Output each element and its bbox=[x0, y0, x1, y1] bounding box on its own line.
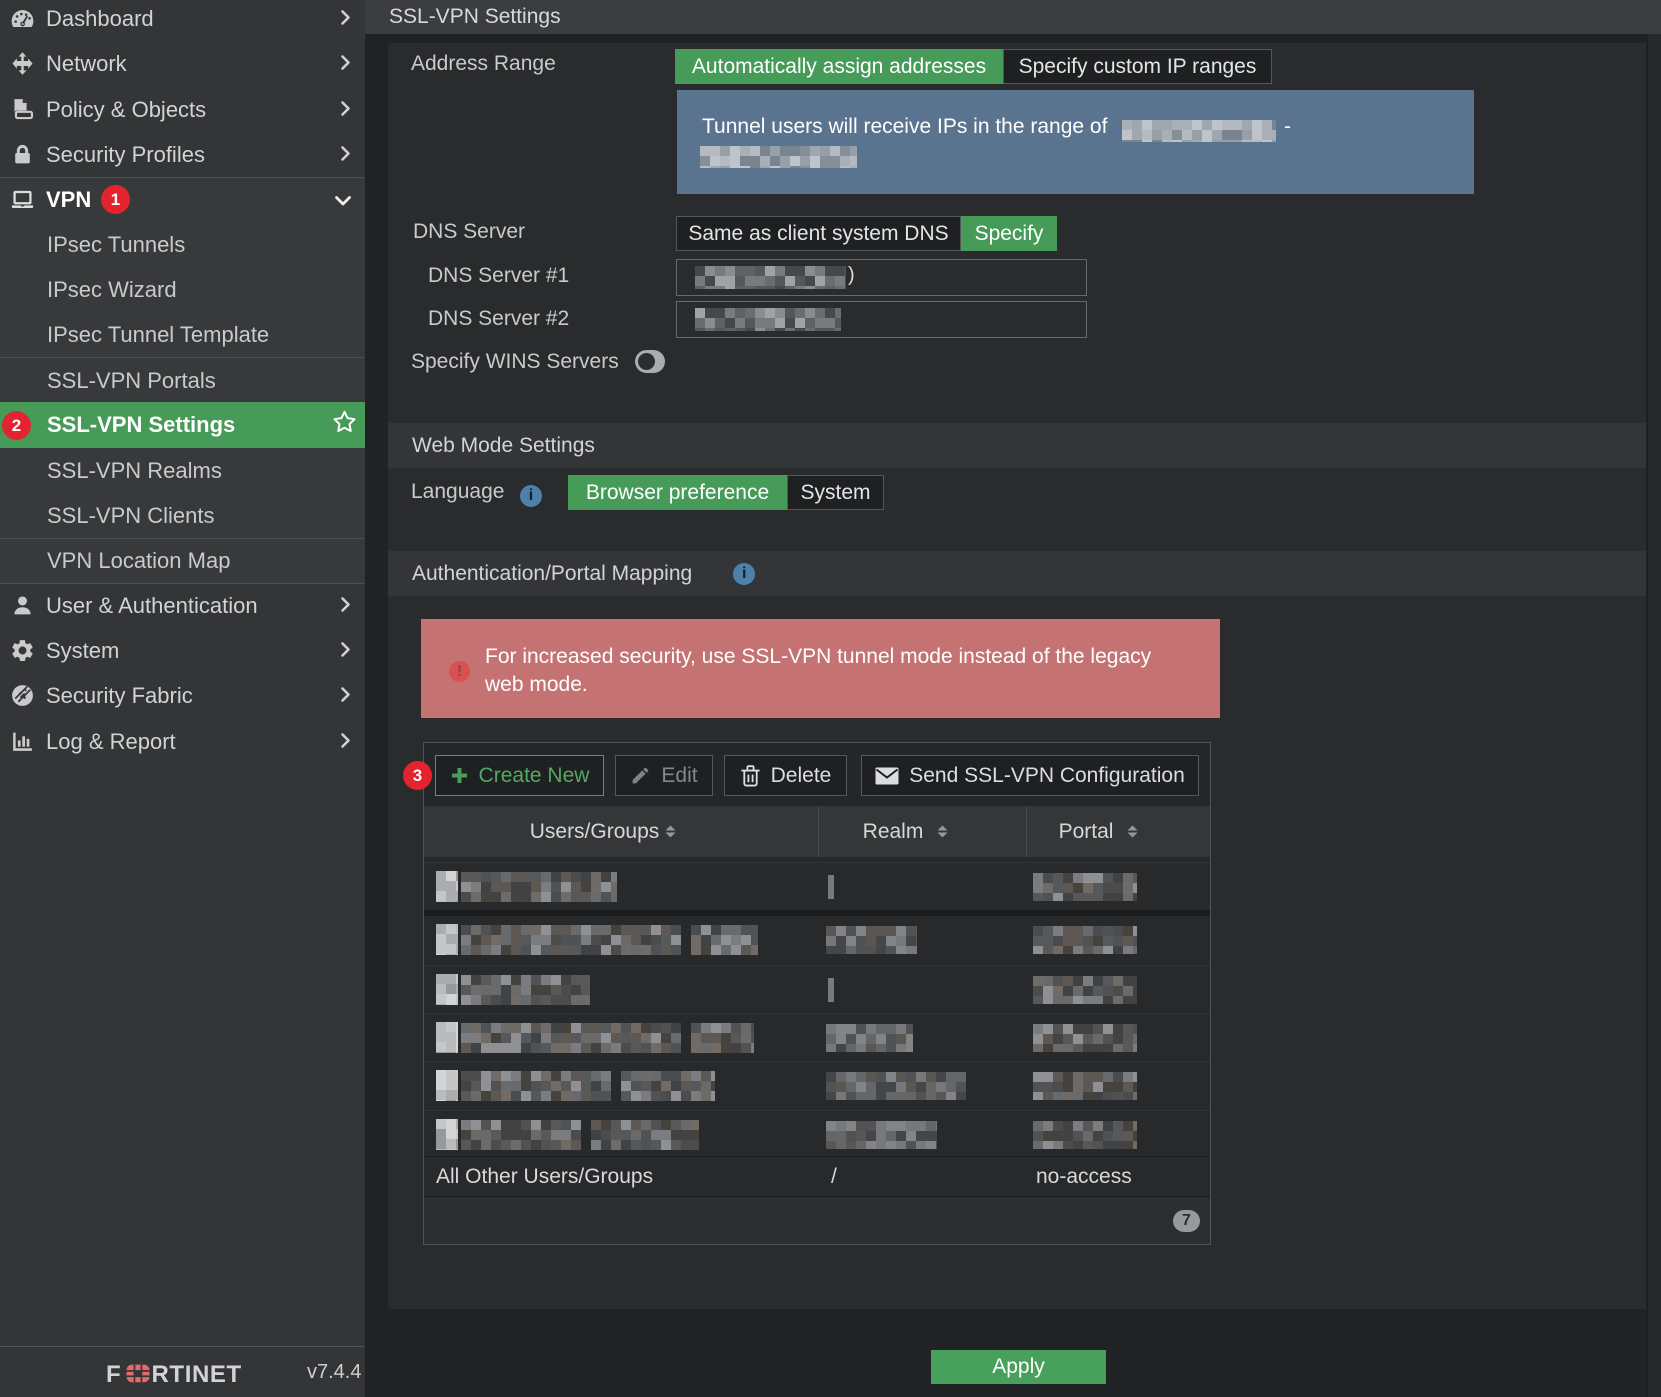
svg-text:RTINET: RTINET bbox=[152, 1362, 242, 1386]
svg-text:F: F bbox=[107, 1362, 121, 1386]
